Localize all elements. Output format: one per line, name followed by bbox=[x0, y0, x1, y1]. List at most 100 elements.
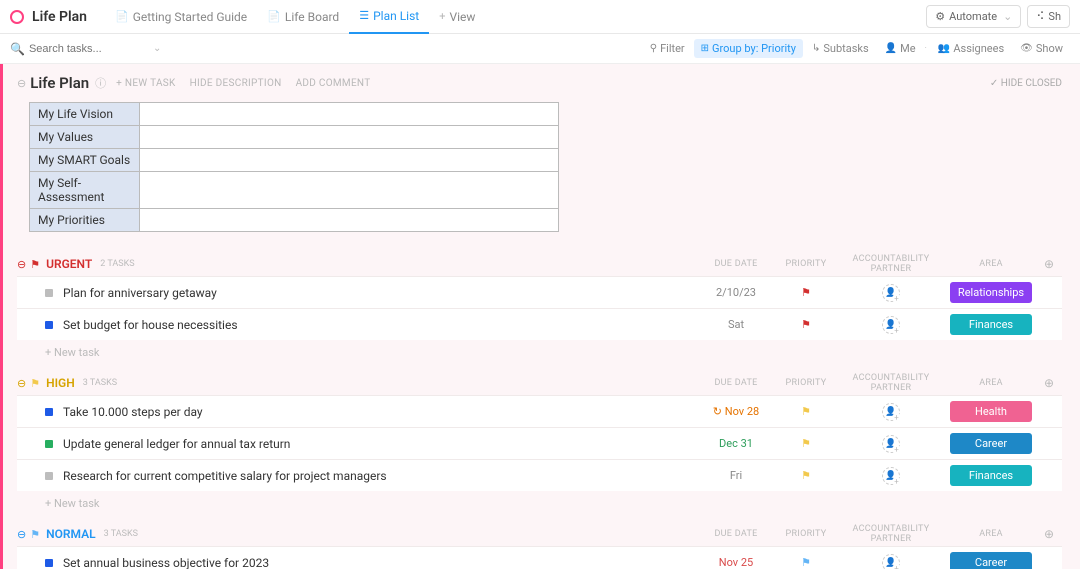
group-by-button[interactable]: ⊞Group by: Priority bbox=[694, 39, 803, 58]
plus-icon: + bbox=[439, 10, 445, 23]
add-column-icon[interactable]: ⊕ bbox=[1036, 376, 1062, 390]
plan-row-label[interactable]: My SMART Goals bbox=[30, 149, 140, 172]
chevron-down-icon[interactable]: ⌄ bbox=[153, 43, 161, 54]
tab-plan-list[interactable]: ☰Plan List bbox=[349, 0, 429, 34]
plan-row-value[interactable] bbox=[140, 172, 559, 209]
accountability-partner[interactable]: 👤 bbox=[836, 467, 946, 485]
area-cell[interactable]: Finances bbox=[946, 314, 1036, 335]
priority-flag-icon[interactable]: ⚑ bbox=[776, 437, 836, 450]
accountability-partner[interactable]: 👤 bbox=[836, 403, 946, 421]
task-row[interactable]: Plan for anniversary getaway2/10/23⚑ 👤 Rel… bbox=[17, 276, 1062, 308]
collapse-icon[interactable]: ⊖ bbox=[17, 258, 26, 271]
avatar-placeholder-icon[interactable]: 👤 bbox=[882, 554, 900, 569]
me-button[interactable]: 👤Me bbox=[878, 39, 923, 58]
priority-flag-icon[interactable]: ⚑ bbox=[776, 469, 836, 482]
toolbar: 🔍 ⌄ ⚲Filter ⊞Group by: Priority ↳Subtask… bbox=[0, 34, 1080, 64]
share-button[interactable]: ⠪ Sh bbox=[1027, 5, 1070, 28]
accountability-partner[interactable]: 👤 bbox=[836, 316, 946, 334]
area-cell[interactable]: Health bbox=[946, 401, 1036, 422]
avatar-placeholder-icon[interactable]: 👤 bbox=[882, 316, 900, 334]
show-button[interactable]: 👁Show bbox=[1013, 39, 1070, 58]
info-icon[interactable]: ⓘ bbox=[95, 75, 106, 91]
priority-flag-icon[interactable]: ⚑ bbox=[776, 405, 836, 418]
avatar-placeholder-icon[interactable]: 👤 bbox=[882, 467, 900, 485]
plan-row-value[interactable] bbox=[140, 103, 559, 126]
plan-row-label[interactable]: My Life Vision bbox=[30, 103, 140, 126]
due-date[interactable]: Fri bbox=[696, 469, 776, 482]
plan-row-value[interactable] bbox=[140, 149, 559, 172]
status-square-icon[interactable] bbox=[45, 321, 53, 329]
due-date[interactable]: Dec 31 bbox=[696, 437, 776, 450]
task-row[interactable]: Research for current competitive salary … bbox=[17, 459, 1062, 491]
new-task-link[interactable]: + New task bbox=[17, 340, 1062, 363]
automation-icon: ⚙ bbox=[935, 10, 945, 23]
filter-button[interactable]: ⚲Filter bbox=[643, 39, 692, 58]
tab-view[interactable]: +View bbox=[429, 0, 485, 34]
status-square-icon[interactable] bbox=[45, 408, 53, 416]
status-square-icon[interactable] bbox=[45, 289, 53, 297]
accountability-partner[interactable]: 👤 bbox=[836, 435, 946, 453]
accountability-partner[interactable]: 👤 bbox=[836, 284, 946, 302]
new-task-button[interactable]: + NEW TASK bbox=[116, 78, 175, 89]
tab-getting-started-guide[interactable]: 📄Getting Started Guide bbox=[105, 0, 257, 34]
plan-row-label[interactable]: My Priorities bbox=[30, 209, 140, 232]
task-name[interactable]: Set annual business objective for 2023 bbox=[63, 556, 696, 569]
area-cell[interactable]: Career bbox=[946, 552, 1036, 569]
avatar-placeholder-icon[interactable]: 👤 bbox=[882, 403, 900, 421]
hide-closed-button[interactable]: HIDE CLOSED bbox=[990, 78, 1062, 89]
assignees-button[interactable]: 👥Assignees bbox=[931, 39, 1011, 58]
due-date[interactable]: 2/10/23 bbox=[696, 286, 776, 299]
plan-row-label[interactable]: My Values bbox=[30, 126, 140, 149]
task-name[interactable]: Plan for anniversary getaway bbox=[63, 286, 696, 300]
area-cell[interactable]: Career bbox=[946, 433, 1036, 454]
collapse-icon[interactable]: ⊖ bbox=[17, 528, 26, 541]
priority-flag-icon[interactable]: ⚑ bbox=[776, 556, 836, 569]
priority-flag-icon[interactable]: ⚑ bbox=[776, 286, 836, 299]
avatar-placeholder-icon[interactable]: 👤 bbox=[882, 284, 900, 302]
automate-button[interactable]: ⚙ Automate ⌄ bbox=[926, 5, 1021, 28]
status-square-icon[interactable] bbox=[45, 440, 53, 448]
search-input[interactable] bbox=[29, 43, 149, 55]
status-square-icon[interactable] bbox=[45, 559, 53, 567]
due-date[interactable]: Nov 25 bbox=[696, 556, 776, 569]
collapse-icon[interactable]: ⊖ bbox=[17, 377, 26, 390]
task-name[interactable]: Update general ledger for annual tax ret… bbox=[63, 437, 696, 451]
area-cell[interactable]: Finances bbox=[946, 465, 1036, 486]
column-header-priority: PRIORITY bbox=[776, 378, 836, 388]
hide-description-button[interactable]: HIDE DESCRIPTION bbox=[190, 78, 282, 89]
task-name[interactable]: Take 10.000 steps per day bbox=[63, 405, 696, 419]
task-row[interactable]: Update general ledger for annual tax ret… bbox=[17, 427, 1062, 459]
add-comment-button[interactable]: ADD COMMENT bbox=[296, 78, 371, 89]
task-name[interactable]: Research for current competitive salary … bbox=[63, 469, 696, 483]
collapse-icon[interactable]: ⊖ bbox=[17, 77, 26, 90]
task-row[interactable]: Set budget for house necessitiesSat⚑ 👤 Fin… bbox=[17, 308, 1062, 340]
plan-row-value[interactable] bbox=[140, 209, 559, 232]
area-cell[interactable]: Relationships bbox=[946, 282, 1036, 303]
new-task-link[interactable]: + New task bbox=[17, 491, 1062, 514]
plan-row-value[interactable] bbox=[140, 126, 559, 149]
priority-flag-icon[interactable]: ⚑ bbox=[776, 318, 836, 331]
flag-icon: ⚑ bbox=[30, 258, 40, 271]
add-column-icon[interactable]: ⊕ bbox=[1036, 527, 1062, 541]
task-row[interactable]: Take 10.000 steps per day↻ Nov 28⚑ 👤 Healt… bbox=[17, 395, 1062, 427]
group-header: ⊖⚑URGENT2 TASKSDUE DATEPRIORITYACCOUNTAB… bbox=[17, 250, 1062, 276]
area-tag: Career bbox=[950, 552, 1032, 569]
due-date[interactable]: ↻ Nov 28 bbox=[696, 405, 776, 418]
chevron-down-icon: ⌄ bbox=[1003, 10, 1012, 23]
avatar-placeholder-icon[interactable]: 👤 bbox=[882, 435, 900, 453]
accountability-partner[interactable]: 👤 bbox=[836, 554, 946, 569]
task-name[interactable]: Set budget for house necessities bbox=[63, 318, 696, 332]
tab-label: Life Board bbox=[285, 10, 339, 24]
plan-row-label[interactable]: My Self-Assessment bbox=[30, 172, 140, 209]
status-square-icon[interactable] bbox=[45, 472, 53, 480]
group-urgent: ⊖⚑URGENT2 TASKSDUE DATEPRIORITYACCOUNTAB… bbox=[17, 250, 1062, 363]
tab-life-board[interactable]: 📄Life Board bbox=[257, 0, 349, 34]
group-name: URGENT bbox=[46, 257, 92, 271]
due-date[interactable]: Sat bbox=[696, 318, 776, 331]
table-row: My SMART Goals bbox=[30, 149, 559, 172]
subtasks-button[interactable]: ↳Subtasks bbox=[805, 39, 876, 58]
flag-icon: ⚑ bbox=[30, 377, 40, 390]
add-column-icon[interactable]: ⊕ bbox=[1036, 257, 1062, 271]
task-row[interactable]: Set annual business objective for 2023No… bbox=[17, 546, 1062, 569]
filter-icon: ⚲ bbox=[650, 43, 657, 54]
